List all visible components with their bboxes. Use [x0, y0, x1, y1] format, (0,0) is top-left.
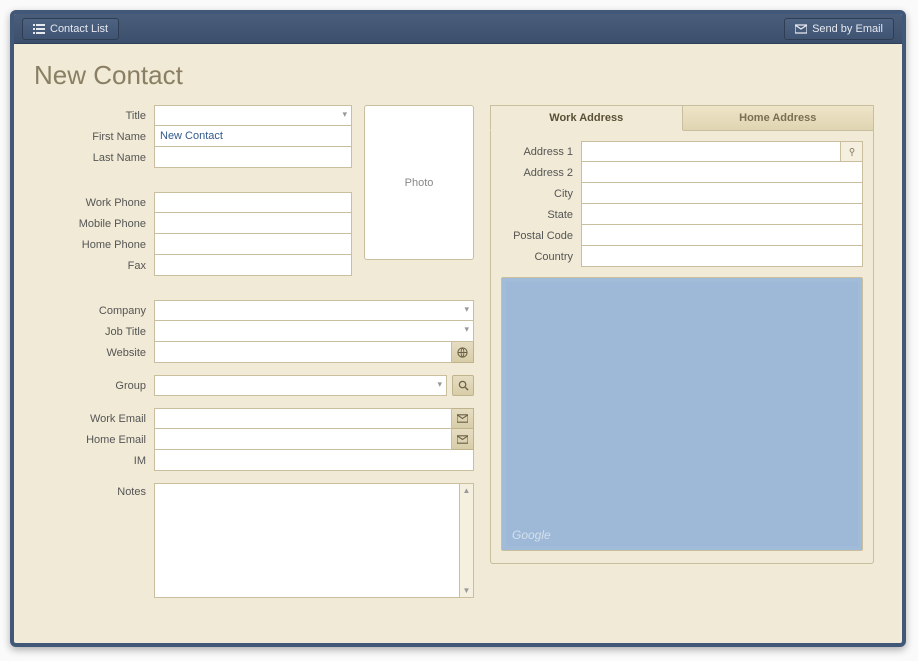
mail-icon: [457, 413, 468, 424]
label-mobile-phone: Mobile Phone: [34, 218, 154, 230]
notes-scrollbar[interactable]: ▲▼: [460, 483, 474, 598]
work-phone-input[interactable]: [154, 192, 352, 213]
open-website-button[interactable]: [452, 342, 474, 363]
send-work-email-button[interactable]: [452, 408, 474, 429]
name-phone-section: Title First Name Last Name Work Phone: [34, 105, 352, 288]
home-phone-input[interactable]: [154, 234, 352, 255]
label-first-name: First Name: [34, 131, 154, 143]
work-email-input[interactable]: [154, 408, 452, 429]
last-name-input[interactable]: [154, 147, 352, 168]
contact-window: Contact List Send by Email New Contact T…: [10, 10, 906, 647]
state-input[interactable]: [581, 204, 863, 225]
tab-home-address[interactable]: Home Address: [683, 105, 875, 131]
label-state: State: [501, 209, 581, 221]
postal-code-input[interactable]: [581, 225, 863, 246]
contact-list-label: Contact List: [50, 23, 108, 35]
country-input[interactable]: [581, 246, 863, 267]
map-attribution: Google: [512, 528, 551, 542]
label-address1: Address 1: [501, 146, 581, 158]
pin-icon: [847, 147, 857, 157]
search-icon: [458, 380, 469, 391]
label-company: Company: [34, 305, 154, 317]
photo-upload-box[interactable]: Photo: [364, 105, 474, 260]
label-home-phone: Home Phone: [34, 239, 154, 251]
label-group: Group: [34, 380, 154, 392]
label-work-email: Work Email: [34, 413, 154, 425]
group-lookup-button[interactable]: [452, 375, 474, 396]
website-input[interactable]: [154, 342, 452, 363]
address-fields: Address 1 Address 2 City State Postal Co…: [501, 141, 863, 267]
label-home-email: Home Email: [34, 434, 154, 446]
mail-icon: [795, 23, 807, 35]
job-title-select[interactable]: [154, 321, 474, 342]
group-group: Group: [34, 375, 474, 396]
globe-icon: [457, 347, 468, 358]
send-home-email-button[interactable]: [452, 429, 474, 450]
mobile-phone-input[interactable]: [154, 213, 352, 234]
company-select[interactable]: [154, 300, 474, 321]
label-country: Country: [501, 251, 581, 263]
label-fax: Fax: [34, 260, 154, 272]
address2-input[interactable]: [581, 162, 863, 183]
label-work-phone: Work Phone: [34, 197, 154, 209]
label-address2: Address 2: [501, 167, 581, 179]
address-tabs: Work Address Home Address: [490, 105, 874, 131]
title-select[interactable]: [154, 105, 352, 126]
im-input[interactable]: [154, 450, 474, 471]
work-address-pane: Address 1 Address 2 City State Postal Co…: [490, 131, 874, 564]
label-city: City: [501, 188, 581, 200]
first-name-input[interactable]: [154, 126, 352, 147]
left-column: Title First Name Last Name Work Phone: [34, 105, 474, 598]
label-title: Title: [34, 110, 154, 122]
list-icon: [33, 23, 45, 35]
address1-input[interactable]: [581, 141, 841, 162]
send-email-button[interactable]: Send by Email: [784, 18, 894, 40]
notes-row: Notes ▲▼: [34, 483, 474, 598]
label-notes: Notes: [34, 483, 154, 498]
group-select[interactable]: [154, 375, 447, 396]
company-group: Company Job Title Website: [34, 300, 474, 363]
name-group: Title First Name Last Name: [34, 105, 352, 168]
label-job-title: Job Title: [34, 326, 154, 338]
name-photo-row: Title First Name Last Name Work Phone: [34, 105, 474, 288]
right-column: Work Address Home Address Address 1 Addr…: [490, 105, 874, 598]
map-canvas: Google: [506, 282, 858, 546]
tab-work-address[interactable]: Work Address: [490, 105, 683, 131]
page-title: New Contact: [34, 60, 882, 91]
map-container[interactable]: Google: [501, 277, 863, 551]
send-email-label: Send by Email: [812, 23, 883, 35]
email-group: Work Email Home Email IM: [34, 408, 474, 471]
locate-address-button[interactable]: [841, 141, 863, 162]
label-last-name: Last Name: [34, 152, 154, 164]
form-layout: Title First Name Last Name Work Phone: [34, 105, 882, 598]
scroll-up-icon: ▲: [463, 486, 471, 495]
label-website: Website: [34, 347, 154, 359]
photo-label: Photo: [405, 177, 434, 189]
label-im: IM: [34, 455, 154, 467]
top-toolbar: Contact List Send by Email: [14, 14, 902, 44]
scroll-down-icon: ▼: [463, 586, 471, 595]
phone-group: Work Phone Mobile Phone Home Phone Fax: [34, 192, 352, 276]
content-area: New Contact Title First Name Last Name: [14, 44, 902, 643]
fax-input[interactable]: [154, 255, 352, 276]
home-email-input[interactable]: [154, 429, 452, 450]
notes-textarea[interactable]: [154, 483, 460, 598]
mail-icon: [457, 434, 468, 445]
city-input[interactable]: [581, 183, 863, 204]
label-postal-code: Postal Code: [501, 230, 581, 242]
contact-list-button[interactable]: Contact List: [22, 18, 119, 40]
